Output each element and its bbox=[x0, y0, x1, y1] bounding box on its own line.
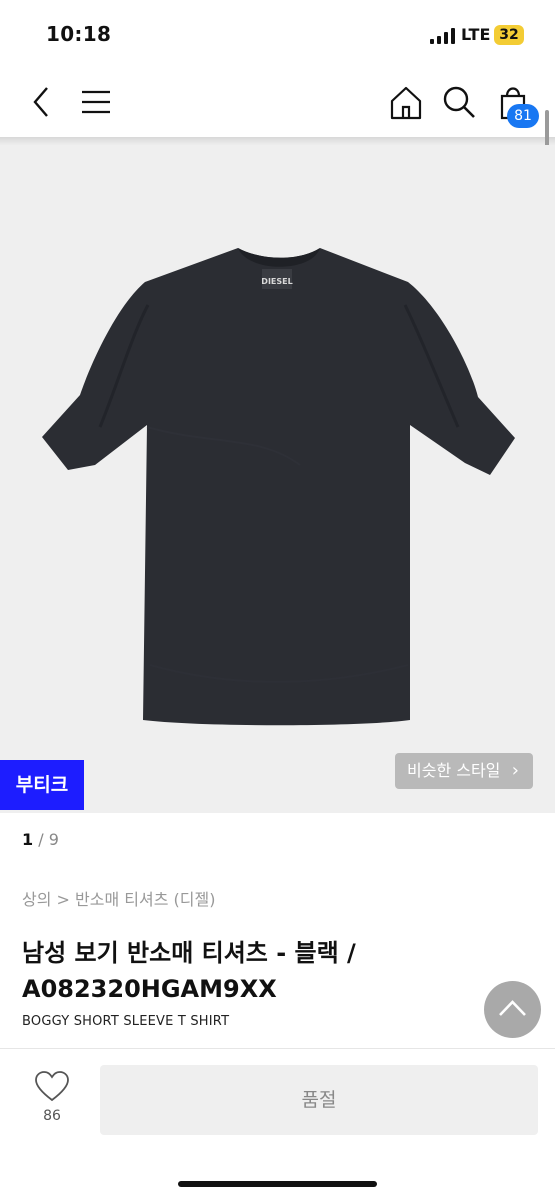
chevron-up-icon bbox=[499, 1000, 526, 1016]
signal-icon bbox=[430, 28, 456, 44]
search-icon[interactable] bbox=[439, 82, 479, 122]
product-image[interactable]: DIESEL bbox=[0, 145, 555, 813]
product-subtitle: BOGGY SHORT SLEEVE T SHIRT bbox=[22, 1014, 230, 1029]
breadcrumb[interactable]: 상의 > 반소매 티셔츠 (디젤) bbox=[22, 886, 215, 910]
menu-icon[interactable] bbox=[76, 82, 116, 122]
header-divider bbox=[0, 137, 555, 145]
cart-count-badge: 81 bbox=[507, 104, 539, 128]
brand-tag: DIESEL bbox=[261, 277, 292, 286]
tshirt-image bbox=[42, 248, 515, 726]
chevron-right-icon: › bbox=[511, 760, 519, 781]
similar-style-button[interactable]: 비슷한 스타일 › bbox=[395, 753, 533, 789]
scroll-to-top-button[interactable] bbox=[484, 981, 541, 1038]
back-button[interactable] bbox=[22, 82, 62, 122]
status-time: 10:18 bbox=[46, 22, 112, 46]
pager-current: 1 bbox=[22, 830, 34, 849]
similar-style-label: 비슷한 스타일 bbox=[407, 761, 501, 780]
heart-icon bbox=[35, 1071, 69, 1102]
product-title: 남성 보기 반소매 티셔츠 - 블랙 / A082320HGAM9XX bbox=[22, 939, 356, 1003]
pager-total: 9 bbox=[48, 830, 59, 849]
home-icon[interactable] bbox=[386, 83, 426, 123]
battery-icon: 32 bbox=[494, 25, 524, 45]
like-count: 86 bbox=[43, 1108, 61, 1124]
home-indicator bbox=[178, 1181, 377, 1187]
network-type: LTE bbox=[461, 25, 491, 44]
bottom-divider bbox=[0, 1048, 555, 1049]
sold-out-button[interactable]: 품절 bbox=[100, 1065, 538, 1135]
like-button[interactable]: 86 bbox=[30, 1070, 74, 1134]
image-pager: 1 / 9 bbox=[22, 830, 59, 849]
pager-separator: / bbox=[33, 830, 49, 849]
boutique-badge: 부티크 bbox=[0, 760, 84, 810]
